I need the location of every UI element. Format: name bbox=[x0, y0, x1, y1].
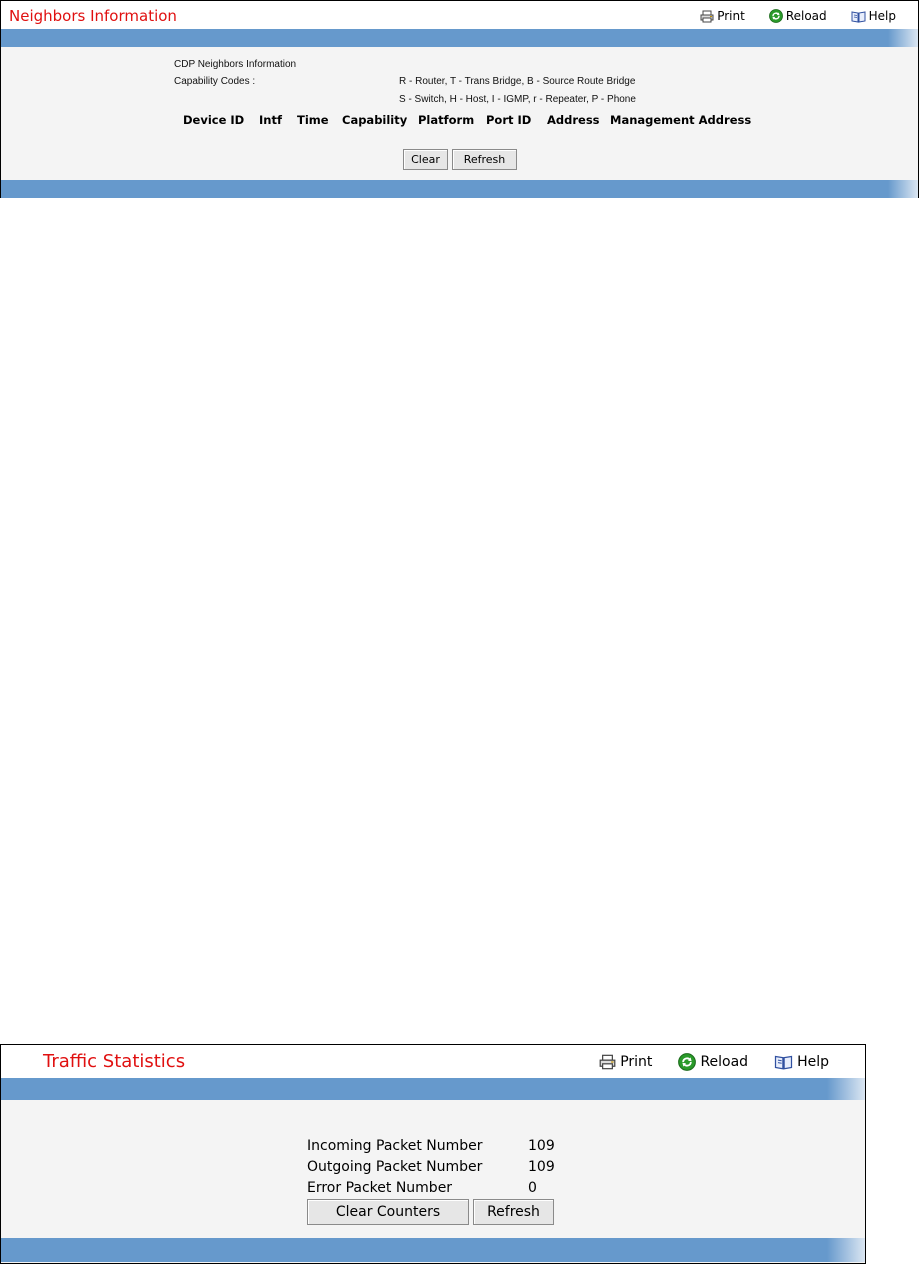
stat-row-outgoing: Outgoing Packet Number 109 bbox=[307, 1159, 555, 1175]
help-button[interactable]: Help bbox=[774, 1054, 829, 1070]
column-header-port-id: Port ID bbox=[486, 113, 532, 127]
help-book-icon bbox=[774, 1054, 797, 1070]
reload-label: Reload bbox=[700, 1054, 749, 1070]
print-label: Print bbox=[620, 1054, 653, 1070]
panel-header: Traffic Statistics Print Reload Help bbox=[1, 1045, 865, 1078]
bar-gradient bbox=[888, 29, 918, 47]
capability-codes-line-2: S - Switch, H - Host, I - IGMP, r - Repe… bbox=[399, 94, 636, 105]
refresh-button[interactable]: Refresh bbox=[473, 1199, 554, 1225]
footer-bar bbox=[1, 1238, 865, 1262]
print-label: Print bbox=[717, 9, 745, 23]
panel-header: Neighbors Information Print Reload Help bbox=[1, 1, 918, 29]
column-header-time: Time bbox=[297, 113, 329, 127]
toolbar: Print Reload Help bbox=[676, 9, 896, 23]
capability-codes-label: Capability Codes : bbox=[174, 76, 256, 87]
column-header-device-id: Device ID bbox=[183, 113, 245, 127]
clear-button[interactable]: Clear bbox=[403, 149, 448, 170]
print-button[interactable]: Print bbox=[700, 9, 745, 23]
print-button[interactable]: Print bbox=[599, 1054, 652, 1070]
stat-value: 0 bbox=[528, 1180, 537, 1196]
toolbar: Print Reload Help bbox=[573, 1053, 829, 1071]
header-bar bbox=[1, 1078, 865, 1100]
section-label: CDP Neighbors Information bbox=[174, 59, 297, 70]
help-label: Help bbox=[797, 1054, 829, 1070]
clear-counters-button[interactable]: Clear Counters bbox=[307, 1199, 469, 1225]
reload-icon bbox=[678, 1053, 700, 1071]
header-bar bbox=[1, 29, 918, 47]
printer-icon bbox=[700, 10, 717, 23]
stat-label: Outgoing Packet Number bbox=[307, 1159, 483, 1175]
column-header-capability: Capability bbox=[342, 113, 408, 127]
column-header-management-address: Management Address bbox=[610, 113, 752, 127]
page-title: Traffic Statistics bbox=[43, 1051, 186, 1072]
stat-row-error: Error Packet Number 0 bbox=[307, 1180, 537, 1196]
help-book-icon bbox=[851, 10, 869, 23]
bar-gradient bbox=[827, 1238, 865, 1262]
traffic-statistics-panel: Traffic Statistics Print Reload Help Inc… bbox=[0, 1044, 866, 1264]
reload-label: Reload bbox=[785, 9, 827, 23]
bar-gradient bbox=[888, 180, 918, 198]
reload-icon bbox=[768, 9, 786, 23]
stat-row-incoming: Incoming Packet Number 109 bbox=[307, 1138, 555, 1154]
capability-codes-line-1: R - Router, T - Trans Bridge, B - Source… bbox=[399, 76, 636, 87]
neighbors-information-panel: Neighbors Information Print Reload Help … bbox=[0, 0, 919, 198]
reload-button[interactable]: Reload bbox=[678, 1053, 748, 1071]
reload-button[interactable]: Reload bbox=[768, 9, 827, 23]
refresh-button[interactable]: Refresh bbox=[452, 149, 517, 170]
page-title: Neighbors Information bbox=[9, 7, 177, 25]
stat-label: Error Packet Number bbox=[307, 1180, 453, 1196]
column-header-platform: Platform bbox=[418, 113, 475, 127]
stat-value: 109 bbox=[528, 1138, 555, 1154]
help-label: Help bbox=[868, 9, 896, 23]
help-button[interactable]: Help bbox=[851, 9, 896, 23]
stat-label: Incoming Packet Number bbox=[307, 1138, 483, 1154]
printer-icon bbox=[599, 1054, 620, 1070]
footer-bar bbox=[1, 180, 918, 198]
column-header-address: Address bbox=[547, 113, 600, 127]
stat-value: 109 bbox=[528, 1159, 555, 1175]
bar-gradient bbox=[827, 1078, 865, 1100]
column-header-intf: Intf bbox=[259, 113, 282, 127]
